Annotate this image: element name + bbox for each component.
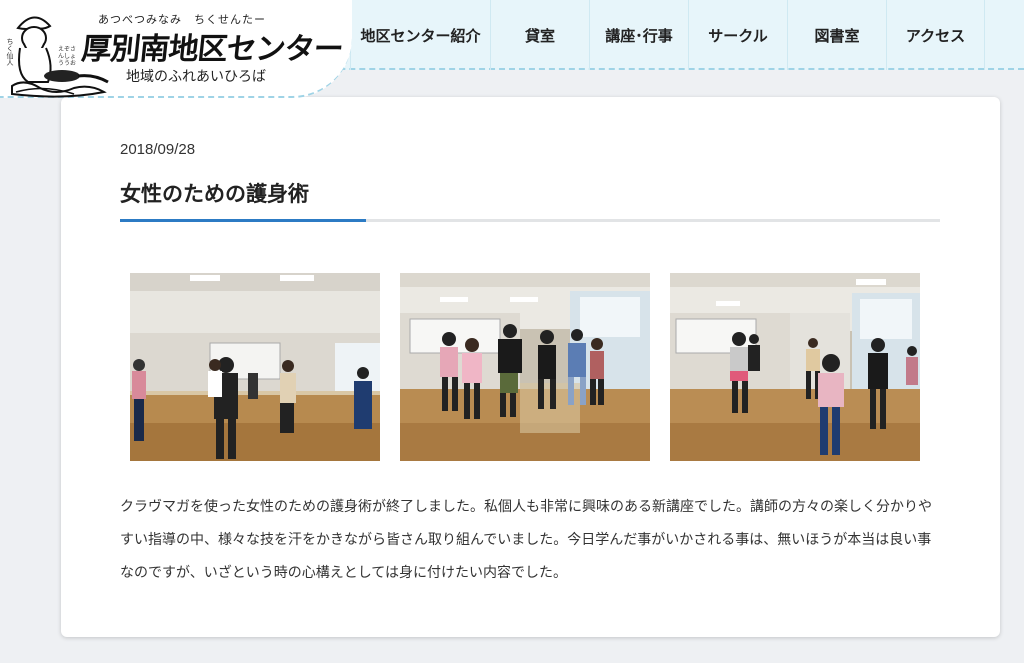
photo-1-image [130, 273, 380, 461]
nav-label: アクセス [905, 26, 966, 45]
logo-side-text: ちく仙人 [6, 38, 14, 66]
title-divider-accent [120, 219, 366, 222]
logo-subtitle: 地域のふれあいひろば [126, 69, 266, 85]
photo-3-image [670, 273, 920, 461]
post-body: クラヴマガを使った女性のための護身術が終了しました。私個人も非常に興味のある新講… [120, 499, 932, 581]
photo-2-image [400, 273, 650, 461]
logo-side-text-2: えぞさんしょううお [58, 46, 77, 67]
nav-item-room-rental[interactable]: 貸室 [490, 0, 589, 70]
nav-label: 地区センター紹介 [360, 26, 481, 45]
nav-item-center-intro[interactable]: 地区センター紹介 [350, 0, 490, 70]
nav-label: サークル [708, 26, 768, 45]
nav-label: 貸室 [524, 26, 555, 45]
logo-title: 厚別南地区センター [79, 32, 345, 67]
nav-item-library[interactable]: 図書室 [787, 0, 886, 70]
nav-item-access[interactable]: アクセス [886, 0, 985, 70]
nav-label: 講座･行事 [605, 26, 673, 45]
photo-1[interactable] [130, 273, 380, 461]
main-nav: 地区センター紹介 貸室 講座･行事 サークル 図書室 アクセス [350, 0, 985, 70]
photo-3[interactable] [670, 273, 920, 461]
photo-gallery [130, 273, 920, 461]
nav-item-circles[interactable]: サークル [688, 0, 787, 70]
title-divider [120, 219, 940, 222]
post-title: 女性のための護身術 [120, 182, 309, 206]
nav-item-courses-events[interactable]: 講座･行事 [589, 0, 688, 70]
photo-2[interactable] [400, 273, 650, 461]
post-date: 2018/09/28 [120, 141, 196, 158]
post-card: 2018/09/28 女性のための護身術 クラヴマガを使った女性のための護身術が… [61, 97, 1000, 637]
site-logo[interactable]: ちく仙人 えぞさんしょううお あつべつみなみ ちくせんたー 厚別南地区センター … [0, 0, 352, 98]
nav-label: 図書室 [814, 26, 860, 45]
